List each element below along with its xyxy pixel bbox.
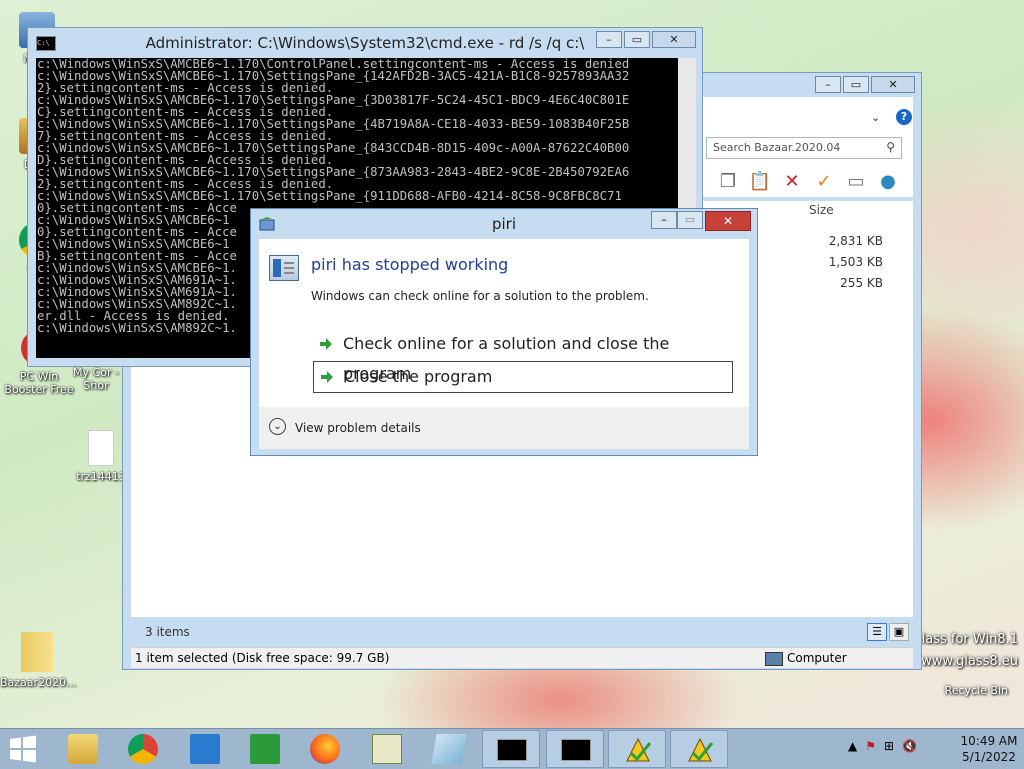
file-size: 2,831 KB [828,234,883,248]
taskbar-error-report-1[interactable] [608,730,666,768]
show-hidden-icons-icon[interactable]: ▲ [848,739,857,753]
desktop-icon-label: PC Win Booster Free [4,370,74,396]
warning-icon [688,737,714,762]
delete-icon[interactable]: ✕ [779,169,805,195]
ribbon-collapse-icon[interactable]: ⌄ [871,111,880,124]
clock[interactable]: 10:49 AM 5/1/2022 [958,733,1020,765]
help-icon[interactable]: ? [896,109,912,125]
folder-icon [68,734,98,764]
minimize-button[interactable]: – [596,31,622,48]
cmd-icon [497,739,527,761]
status-bar: 1 item selected (Disk free space: 99.7 G… [131,647,913,668]
desktop-icon-bazaar-folder[interactable]: Bazaar2020... [0,632,77,689]
windows-start-icon[interactable] [8,735,38,763]
computer-icon [765,652,783,666]
view-switcher: ☰ ▣ [867,623,909,641]
large-icons-view-icon[interactable]: ▣ [889,623,909,641]
taskbar-error-report-2[interactable] [670,730,728,768]
globe-icon[interactable]: ● [875,169,901,195]
close-button[interactable]: ✕ [652,31,696,48]
store-icon [250,734,280,764]
green-arrow-icon [320,338,332,350]
desktop-icon-label: trz14413 [76,470,126,483]
taskbar: ▲ ⚑ ⊞ 🔇 10:49 AM 5/1/2022 [0,728,1024,769]
properties-icon[interactable]: ▭ [843,169,869,195]
close-button[interactable]: ✕ [871,76,915,93]
dialog-content: piri has stopped working Windows can che… [259,239,749,407]
warning-icon [626,737,652,762]
cmd-icon [561,739,591,761]
taskbar-weather-app[interactable] [176,730,234,768]
chevron-down-icon: ⌄ [269,418,286,435]
taskbar-notepad-plus[interactable] [358,730,416,768]
desktop-icon-file[interactable]: trz14413 [76,430,126,483]
error-dialog[interactable]: piri – ▭ ✕ piri has stopped working Wind… [250,208,758,456]
taskbar-cmd-1[interactable] [482,730,540,768]
desktop-icon-label: My Cor - Shor [73,366,119,392]
status-location-label: Computer [787,651,847,665]
notepad-icon [372,734,402,764]
column-header-size[interactable]: Size [809,203,834,217]
checkmark-icon[interactable]: ✓ [811,169,837,195]
cmd-window-controls: – ▭ ✕ [596,31,696,48]
taskbar-store[interactable] [236,730,294,768]
maximize-button[interactable]: ▭ [624,31,650,48]
paste-icon[interactable]: 📋 [747,169,773,195]
minimize-button[interactable]: – [651,211,677,229]
maximize-button: ▭ [677,211,703,229]
minimize-button[interactable]: – [815,76,841,93]
network-icon[interactable]: ⊞ [884,739,894,753]
dialog-footer: ⌄ View problem details [259,407,749,449]
close-button[interactable]: ✕ [705,211,751,231]
view-details-button[interactable]: ⌄ View problem details [269,418,421,438]
view-details-label: View problem details [295,421,421,435]
items-count: 3 items [145,625,190,639]
file-icon [88,430,114,466]
notes-icon [431,734,467,764]
size-column-values: 2,831 KB 1,503 KB 255 KB [813,231,883,294]
watermark-line-1: Glass for Win8.1 [911,632,1018,647]
status-selection: 1 item selected (Disk free space: 99.7 G… [135,651,390,665]
taskbar-firefox[interactable] [296,730,354,768]
dialog-subtext: Windows can check online for a solution … [311,289,649,303]
close-program-label: Close the program [344,367,493,386]
volume-muted-icon[interactable]: 🔇 [902,739,917,753]
taskbar-notes-app[interactable] [420,730,478,768]
maximize-button[interactable]: ▭ [843,76,869,93]
details-view-icon[interactable]: ☰ [867,623,887,641]
firefox-icon [310,734,340,764]
action-center-icon[interactable]: ⚑ [865,739,876,753]
taskbar-cmd-2[interactable] [546,730,604,768]
check-online-button[interactable]: Check online for a solution and close th… [313,329,733,383]
chrome-icon [128,734,158,764]
desktop-icon-recycle-bin[interactable]: Recycle Bin [945,684,1008,697]
green-arrow-icon [321,371,333,383]
file-size: 1,503 KB [828,255,883,269]
watermark-line-2: www.glass8.eu [921,654,1018,669]
folder-icon [21,632,53,672]
clock-time: 10:49 AM [960,734,1018,748]
file-size: 255 KB [840,276,883,290]
taskbar-explorer[interactable] [54,730,112,768]
desktop-icon-my-computer-shortcut[interactable]: My Cor - Shor [66,366,126,392]
status-location: Computer [765,651,847,666]
search-icon[interactable]: ⚲ [886,140,895,154]
desktop-icon-label: Bazaar2020... [0,676,77,689]
explorer-toolbar: ❐ 📋 ✕ ✓ ▭ ● [715,169,901,197]
system-tray: ▲ ⚑ ⊞ 🔇 [848,739,917,753]
sun-icon [190,734,220,764]
clock-date: 5/1/2022 [962,750,1016,764]
program-icon [269,255,299,281]
explorer-window-controls: – ▭ ✕ [815,76,915,93]
copy-icon[interactable]: ❐ [715,169,741,195]
close-program-button[interactable]: Close the program [313,361,733,393]
search-placeholder: Search Bazaar.2020.04 [713,141,841,154]
taskbar-chrome[interactable] [114,730,172,768]
dialog-heading: piri has stopped working [311,255,509,274]
search-input[interactable]: Search Bazaar.2020.04 ⚲ [706,137,902,159]
